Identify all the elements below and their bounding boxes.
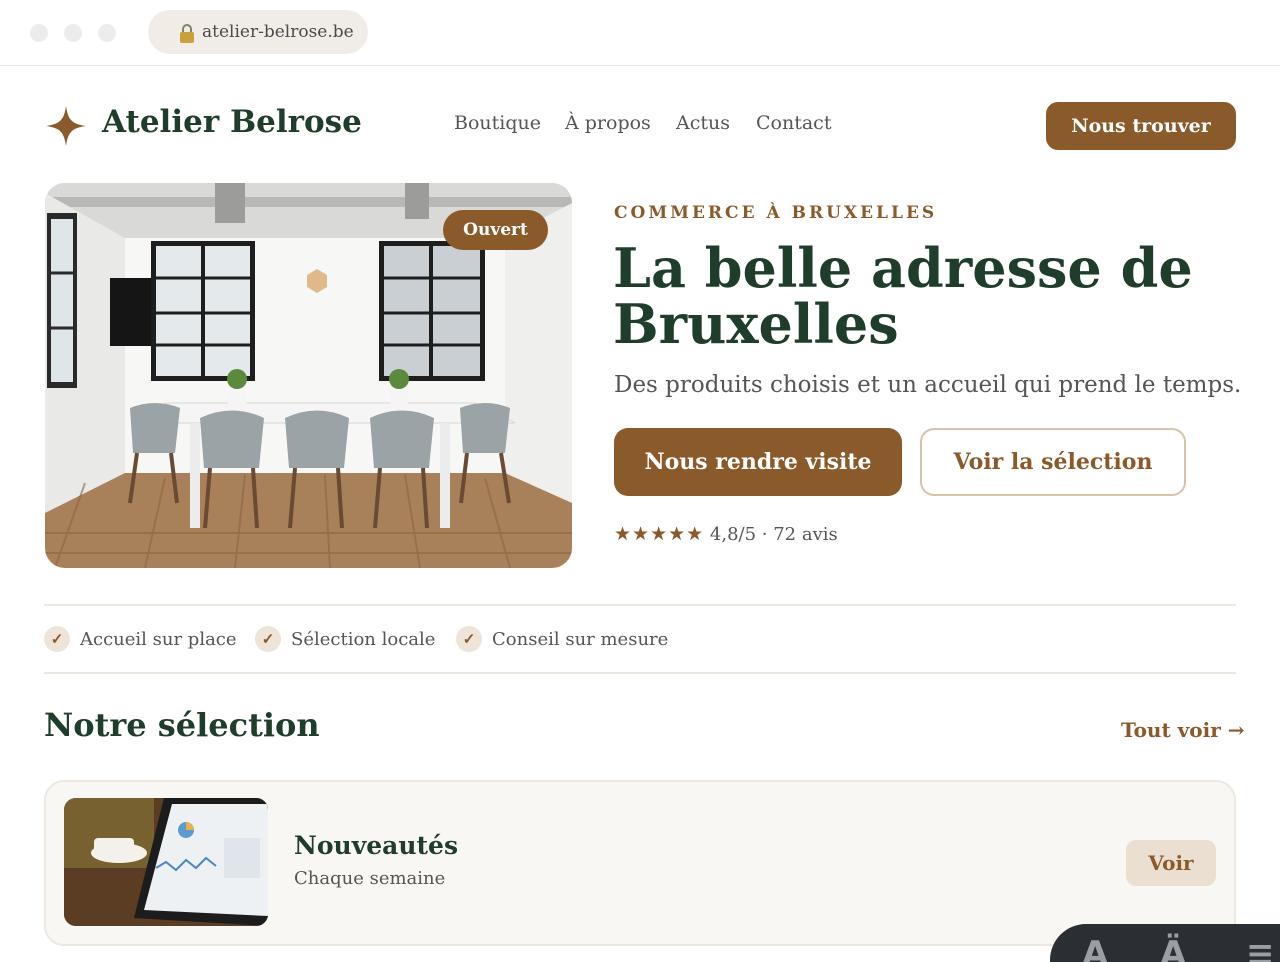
- check-icon: ✓: [255, 626, 281, 652]
- open-status-badge: Ouvert: [443, 210, 548, 250]
- feature-on-site: ✓ Accueil sur place: [44, 626, 237, 652]
- card-subtitle: Chaque semaine: [294, 868, 446, 889]
- brand-star-icon: [46, 106, 86, 146]
- divider: [44, 604, 1236, 606]
- hero-title: La belle adresse de Bruxelles: [613, 236, 1193, 356]
- nav-link-boutique[interactable]: Boutique: [454, 112, 541, 134]
- window-minimize-dot[interactable]: [64, 24, 82, 42]
- window-close-dot[interactable]: [30, 24, 48, 42]
- section-title: Notre sélection: [44, 706, 320, 744]
- check-icon: ✓: [44, 626, 70, 652]
- feature-label: Accueil sur place: [80, 628, 237, 650]
- rating: ★★★★★ 4,8/5 · 72 avis: [614, 523, 838, 545]
- feature-label: Conseil sur mesure: [492, 628, 669, 650]
- hero-lead: Des produits choisis et un accueil qui p…: [614, 372, 1242, 398]
- toolbar-glyph-icon: Ä: [1160, 934, 1187, 962]
- floating-toolbar[interactable]: A Ä ≡: [1050, 924, 1280, 962]
- card-image: [64, 798, 268, 926]
- browser-chrome: atelier-belrose.be: [0, 0, 1280, 66]
- toolbar-menu-icon: ≡: [1246, 934, 1275, 962]
- feature-label: Sélection locale: [291, 628, 436, 650]
- rating-text: 4,8/5 · 72 avis: [709, 524, 838, 545]
- see-selection-button[interactable]: Voir la sélection: [920, 428, 1186, 496]
- find-us-button[interactable]: Nous trouver: [1046, 102, 1236, 150]
- nav-link-contact[interactable]: Contact: [756, 112, 831, 134]
- feature-advice: ✓ Conseil sur mesure: [456, 626, 668, 652]
- check-icon: ✓: [456, 626, 482, 652]
- lock-icon: [180, 24, 194, 44]
- brand-name[interactable]: Atelier Belrose: [102, 104, 362, 140]
- divider: [44, 672, 1236, 674]
- nav-link-a-propos[interactable]: À propos: [565, 112, 651, 134]
- window-maximize-dot[interactable]: [98, 24, 116, 42]
- visit-us-button[interactable]: Nous rendre visite: [614, 428, 902, 496]
- nav-link-actus[interactable]: Actus: [676, 112, 730, 134]
- feature-local: ✓ Sélection locale: [255, 626, 435, 652]
- see-all-link[interactable]: Tout voir →: [1121, 718, 1245, 742]
- address-bar-url: atelier-belrose.be: [202, 22, 354, 42]
- hero-eyebrow: COMMERCE À BRUXELLES: [614, 203, 938, 223]
- card-view-button[interactable]: Voir: [1126, 840, 1216, 886]
- rating-stars-icon: ★★★★★: [614, 523, 705, 545]
- card-title: Nouveautés: [294, 831, 459, 860]
- toolbar-glyph-icon: A: [1082, 934, 1109, 962]
